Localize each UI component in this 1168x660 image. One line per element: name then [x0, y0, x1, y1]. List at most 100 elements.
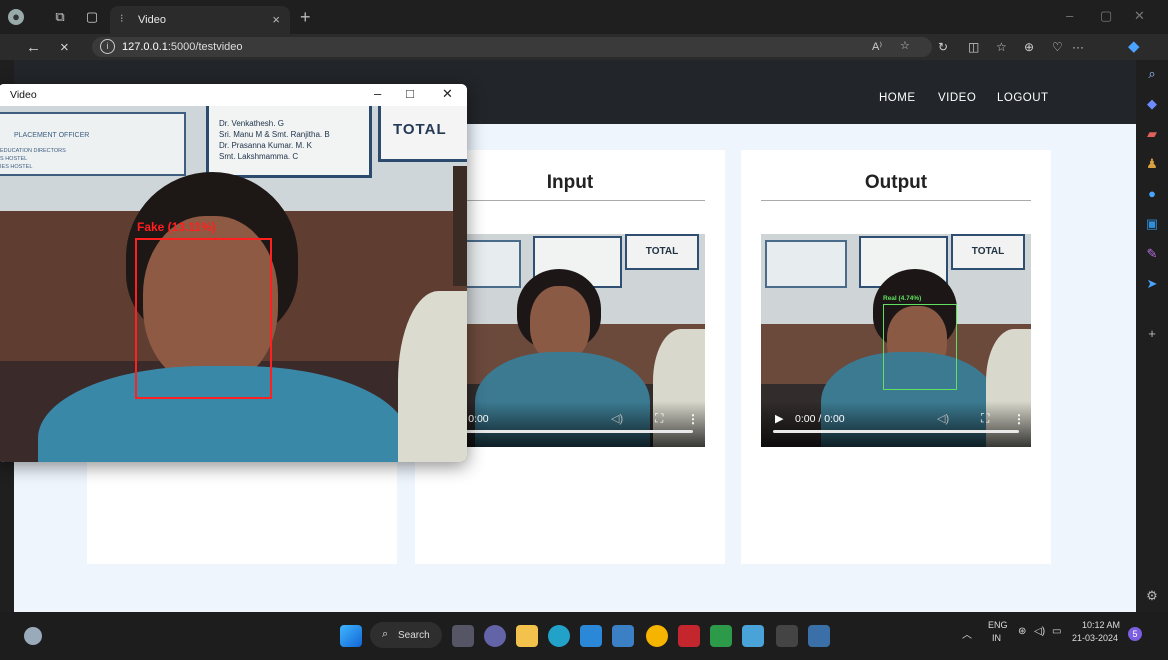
cv-maximize-button[interactable]: □: [406, 86, 414, 101]
output-divider: [761, 200, 1031, 201]
stop-button[interactable]: ×: [60, 39, 69, 56]
edge-icon[interactable]: [548, 625, 570, 647]
terminal-icon[interactable]: [776, 625, 798, 647]
output-title: Output: [864, 172, 928, 193]
fake-detection-box: [135, 238, 272, 399]
search-icon: ⌕: [382, 628, 389, 640]
notification-badge[interactable]: 5: [1128, 627, 1142, 641]
browser-titlebar: ● ⧉ ▢ ⁝ Video × + – ▢ ✕: [0, 0, 1168, 34]
video-totalboard: TOTAL: [625, 234, 699, 270]
weather-widget-icon[interactable]: [24, 627, 42, 645]
more-menu-icon[interactable]: ···: [1072, 40, 1084, 54]
window-restore-button[interactable]: ▢: [1100, 8, 1112, 24]
cv-close-button[interactable]: ✕: [442, 86, 453, 102]
tab-video[interactable]: ⁝ Video ×: [110, 6, 290, 34]
collections-icon[interactable]: ⧉: [52, 9, 68, 25]
sidebar-settings-icon[interactable]: ⚙: [1144, 588, 1160, 604]
clock-date[interactable]: 21-03-2024: [1072, 633, 1118, 643]
chrome-canary-icon[interactable]: [646, 625, 668, 647]
copilot-icon[interactable]: ◆: [1128, 37, 1140, 55]
board-name-line: Smt. Lakshmamma. C: [219, 152, 299, 161]
network-icon[interactable]: ⊛: [1018, 626, 1026, 637]
notepad-icon[interactable]: [742, 625, 764, 647]
tab-close-icon[interactable]: ×: [272, 12, 280, 27]
shopping-tag-icon[interactable]: ◆: [1144, 96, 1160, 112]
url-input[interactable]: i 127.0.0.1:5000/testvideo A⁾ ☆: [92, 37, 932, 57]
cv-window-titlebar[interactable]: Video – □ ✕: [0, 84, 467, 106]
board-name-line: Sri. Manu M & Smt. Ranjitha. B: [219, 130, 330, 139]
url-text: 127.0.0.1:5000/testvideo: [122, 41, 243, 53]
board-left-line: S HOSTEL: [0, 156, 28, 162]
language-bottom[interactable]: IN: [992, 633, 1001, 643]
output-more-options-icon[interactable]: ⋮: [1013, 412, 1025, 426]
task-view-icon[interactable]: [452, 625, 474, 647]
fake-detection-label: Fake (13.11%): [137, 220, 216, 234]
input-progress-bar[interactable]: [435, 430, 693, 433]
board-name-line: Dr. Venkathesh. G: [219, 119, 284, 128]
pythonista-icon[interactable]: [710, 625, 732, 647]
favorite-star-icon[interactable]: ☆: [900, 39, 910, 52]
frame-totalboard: TOTAL: [378, 106, 467, 162]
outlook-icon[interactable]: ▣: [1144, 216, 1160, 232]
cv-video-frame: PLACEMENT OFFICER EDUCATION DIRECTORS S …: [0, 106, 467, 462]
mcafee-icon[interactable]: [678, 625, 700, 647]
nav-home-link[interactable]: HOME: [879, 92, 916, 104]
split-screen-icon[interactable]: ◫: [968, 40, 979, 54]
tab-favicon-icon: ⁝: [120, 13, 124, 25]
output-fullscreen-icon[interactable]: ⛶: [981, 411, 989, 426]
tray-overflow-icon[interactable]: ︿: [962, 626, 972, 641]
input-fullscreen-icon[interactable]: ⛶: [655, 411, 663, 426]
input-volume-icon[interactable]: ◁): [611, 412, 623, 425]
teams-icon[interactable]: [484, 625, 506, 647]
mysql-workbench-icon[interactable]: [612, 625, 634, 647]
collections-toolbar-icon[interactable]: ⊕: [1024, 40, 1034, 54]
language-top[interactable]: ENG: [988, 620, 1008, 630]
read-aloud-icon[interactable]: A⁾: [872, 40, 882, 53]
people-icon[interactable]: ♟: [1144, 156, 1160, 172]
file-explorer-icon[interactable]: [516, 625, 538, 647]
input-video-player[interactable]: TOTAL 0:00 / 0:00 ◁) ⛶ ⋮: [435, 234, 705, 447]
site-info-icon[interactable]: i: [100, 39, 115, 54]
frame-noticeboard-left: PLACEMENT OFFICER EDUCATION DIRECTORS S …: [0, 112, 186, 176]
cv-window-title: Video: [10, 89, 37, 101]
output-volume-icon[interactable]: ◁): [937, 412, 949, 425]
start-button-icon[interactable]: [340, 625, 362, 647]
profile-icon[interactable]: ●: [8, 9, 24, 25]
tools-icon[interactable]: ▰: [1144, 126, 1160, 142]
real-detection-box: [883, 304, 957, 390]
volume-icon[interactable]: ◁): [1034, 626, 1045, 637]
input-more-options-icon[interactable]: ⋮: [687, 412, 699, 426]
input-divider: [435, 200, 705, 201]
new-tab-button[interactable]: +: [300, 7, 311, 28]
output-progress-bar[interactable]: [773, 430, 1019, 433]
output-play-icon[interactable]: ▶: [775, 412, 783, 425]
health-icon[interactable]: ♡: [1052, 40, 1063, 54]
output-video-player[interactable]: TOTAL Real (4.74%) ▶ 0:00 / 0:00 ◁) ⛶ ⋮: [761, 234, 1031, 447]
python-icon[interactable]: [808, 625, 830, 647]
copilot-sidebar-icon[interactable]: ●: [1144, 186, 1160, 202]
telegram-icon[interactable]: ➤: [1144, 276, 1160, 292]
battery-icon[interactable]: ▭: [1052, 626, 1061, 637]
cv-minimize-button[interactable]: –: [374, 86, 381, 101]
add-sidebar-icon[interactable]: +: [1144, 326, 1160, 342]
back-button[interactable]: ←: [26, 39, 41, 56]
real-detection-label: Real (4.74%): [883, 295, 922, 302]
refresh-icon[interactable]: ↻: [938, 40, 948, 54]
output-video-time: 0:00 / 0:00: [795, 413, 845, 425]
clock-time[interactable]: 10:12 AM: [1082, 620, 1120, 630]
video-person-face: [530, 286, 590, 362]
taskbar-search-label: Search: [398, 630, 430, 641]
window-close-button[interactable]: ✕: [1134, 8, 1145, 24]
window-minimize-button[interactable]: –: [1066, 8, 1073, 23]
taskbar-search[interactable]: ⌕ Search: [370, 622, 442, 648]
edge-sidebar: ⌕ ◆ ▰ ♟ ● ▣ ✎ ➤ + ⚙: [1136, 60, 1168, 612]
favorites-icon[interactable]: ☆: [996, 40, 1007, 54]
nav-video-link[interactable]: VIDEO: [938, 92, 976, 104]
search-icon[interactable]: ⌕: [1144, 66, 1160, 82]
tab-actions-icon[interactable]: ▢: [84, 9, 100, 25]
opencv-video-window[interactable]: Video – □ ✕ PLACEMENT OFFICER EDUCATION …: [0, 84, 467, 462]
video-noticeboard: [765, 240, 847, 288]
store-icon[interactable]: [580, 625, 602, 647]
designer-icon[interactable]: ✎: [1144, 246, 1160, 262]
nav-logout-link[interactable]: LOGOUT: [997, 92, 1049, 104]
